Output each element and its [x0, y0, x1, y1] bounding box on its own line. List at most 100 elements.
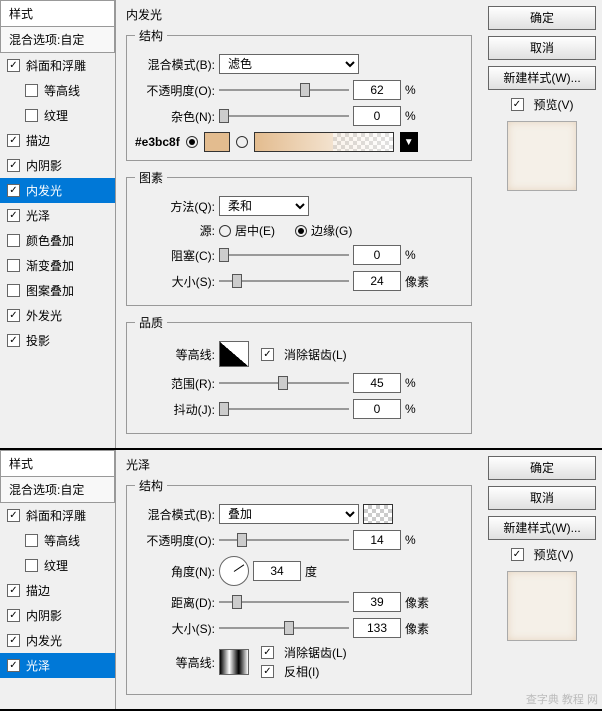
style-item-内阴影[interactable]: 内阴影	[0, 603, 115, 628]
style-item-斜面和浮雕[interactable]: 斜面和浮雕	[0, 503, 115, 528]
source-edge-radio[interactable]	[295, 225, 307, 237]
blend-mode-select[interactable]: 叠加	[219, 504, 359, 524]
style-checkbox[interactable]	[7, 134, 20, 147]
distance-slider[interactable]	[219, 593, 349, 611]
cancel-button[interactable]: 取消	[488, 486, 596, 510]
style-checkbox[interactable]	[7, 184, 20, 197]
elements-group: 图素 方法(Q): 柔和 源: 居中(E) 边缘(G) 阻塞(C): % 大小(…	[126, 169, 472, 306]
preview-checkbox[interactable]	[511, 548, 524, 561]
angle-dial[interactable]	[219, 556, 249, 586]
contour-picker[interactable]	[219, 341, 249, 367]
style-checkbox[interactable]	[7, 609, 20, 622]
style-checkbox[interactable]	[7, 259, 20, 272]
antialias-checkbox[interactable]	[261, 646, 274, 659]
style-item-内发光[interactable]: 内发光	[0, 178, 115, 203]
percent-unit: %	[405, 109, 433, 123]
style-item-颜色叠加[interactable]: 颜色叠加	[0, 228, 115, 253]
blend-options-item[interactable]: 混合选项:自定	[0, 27, 115, 53]
satin-color-swatch[interactable]	[363, 504, 393, 524]
color-radio[interactable]	[186, 136, 198, 148]
style-checkbox[interactable]	[7, 509, 20, 522]
style-checkbox[interactable]	[7, 59, 20, 72]
style-checkbox[interactable]	[25, 84, 38, 97]
noise-label: 杂色(N):	[135, 108, 215, 125]
style-item-纹理[interactable]: 纹理	[0, 103, 115, 128]
style-item-图案叠加[interactable]: 图案叠加	[0, 278, 115, 303]
cancel-button[interactable]: 取消	[488, 36, 596, 60]
noise-input[interactable]	[353, 106, 401, 126]
technique-select[interactable]: 柔和	[219, 196, 309, 216]
opacity-slider[interactable]	[219, 531, 349, 549]
ok-button[interactable]: 确定	[488, 6, 596, 30]
size-slider[interactable]	[219, 272, 349, 290]
style-checkbox[interactable]	[7, 209, 20, 222]
style-item-纹理[interactable]: 纹理	[0, 553, 115, 578]
style-checkbox[interactable]	[7, 159, 20, 172]
opacity-slider[interactable]	[219, 81, 349, 99]
blend-mode-select[interactable]: 滤色	[219, 54, 359, 74]
style-checkbox[interactable]	[7, 309, 20, 322]
style-item-内发光[interactable]: 内发光	[0, 628, 115, 653]
style-label: 斜面和浮雕	[26, 507, 86, 524]
jitter-input[interactable]	[353, 399, 401, 419]
opacity-label: 不透明度(O):	[135, 82, 215, 99]
style-checkbox[interactable]	[7, 334, 20, 347]
style-item-描边[interactable]: 描边	[0, 128, 115, 153]
choke-input[interactable]	[353, 245, 401, 265]
choke-slider[interactable]	[219, 246, 349, 264]
structure-legend: 结构	[135, 477, 167, 494]
style-checkbox[interactable]	[25, 109, 38, 122]
gradient-dropdown-icon[interactable]: ▼	[400, 132, 418, 152]
distance-input[interactable]	[353, 592, 401, 612]
angle-input[interactable]	[253, 561, 301, 581]
size-input[interactable]	[353, 618, 401, 638]
size-slider[interactable]	[219, 619, 349, 637]
preview-checkbox[interactable]	[511, 98, 524, 111]
style-checkbox[interactable]	[7, 659, 20, 672]
style-item-等高线[interactable]: 等高线	[0, 78, 115, 103]
style-item-外发光[interactable]: 外发光	[0, 303, 115, 328]
style-item-投影[interactable]: 投影	[0, 328, 115, 353]
size-input[interactable]	[353, 271, 401, 291]
style-item-斜面和浮雕[interactable]: 斜面和浮雕	[0, 53, 115, 78]
gradient-preview[interactable]	[254, 132, 394, 152]
style-item-渐变叠加[interactable]: 渐变叠加	[0, 253, 115, 278]
style-checkbox[interactable]	[25, 534, 38, 547]
range-slider[interactable]	[219, 374, 349, 392]
jitter-label: 抖动(J):	[135, 401, 215, 418]
choke-label: 阻塞(C):	[135, 247, 215, 264]
opacity-input[interactable]	[353, 530, 401, 550]
styles-header: 样式	[0, 450, 115, 477]
structure-group: 结构 混合模式(B): 叠加 不透明度(O): % 角度(N): 度 距离(D)…	[126, 477, 472, 695]
new-style-button[interactable]: 新建样式(W)...	[488, 516, 596, 540]
contour-picker[interactable]	[219, 649, 249, 675]
style-item-光泽[interactable]: 光泽	[0, 653, 115, 678]
style-item-等高线[interactable]: 等高线	[0, 528, 115, 553]
color-swatch[interactable]	[204, 132, 230, 152]
opacity-input[interactable]	[353, 80, 401, 100]
style-checkbox[interactable]	[7, 634, 20, 647]
percent-unit: %	[405, 248, 433, 262]
new-style-button[interactable]: 新建样式(W)...	[488, 66, 596, 90]
layer-style-dialog-inner-glow: 样式 混合选项:自定 斜面和浮雕等高线纹理描边内阴影内发光光泽颜色叠加渐变叠加图…	[0, 0, 602, 450]
source-center-radio[interactable]	[219, 225, 231, 237]
noise-slider[interactable]	[219, 107, 349, 125]
style-item-描边[interactable]: 描边	[0, 578, 115, 603]
gradient-radio[interactable]	[236, 136, 248, 148]
blend-options-item[interactable]: 混合选项:自定	[0, 477, 115, 503]
jitter-slider[interactable]	[219, 400, 349, 418]
styles-panel: 样式 混合选项:自定 斜面和浮雕等高线纹理描边内阴影内发光光泽颜色叠加渐变叠加图…	[0, 0, 116, 448]
right-panel: 确定 取消 新建样式(W)... 预览(V)	[482, 0, 602, 448]
invert-checkbox[interactable]	[261, 665, 274, 678]
style-checkbox[interactable]	[7, 584, 20, 597]
ok-button[interactable]: 确定	[488, 456, 596, 480]
style-item-光泽[interactable]: 光泽	[0, 203, 115, 228]
antialias-label: 消除锯齿(L)	[284, 346, 347, 363]
style-checkbox[interactable]	[7, 234, 20, 247]
opacity-label: 不透明度(O):	[135, 532, 215, 549]
style-checkbox[interactable]	[25, 559, 38, 572]
range-input[interactable]	[353, 373, 401, 393]
style-checkbox[interactable]	[7, 284, 20, 297]
antialias-checkbox[interactable]	[261, 348, 274, 361]
style-item-内阴影[interactable]: 内阴影	[0, 153, 115, 178]
